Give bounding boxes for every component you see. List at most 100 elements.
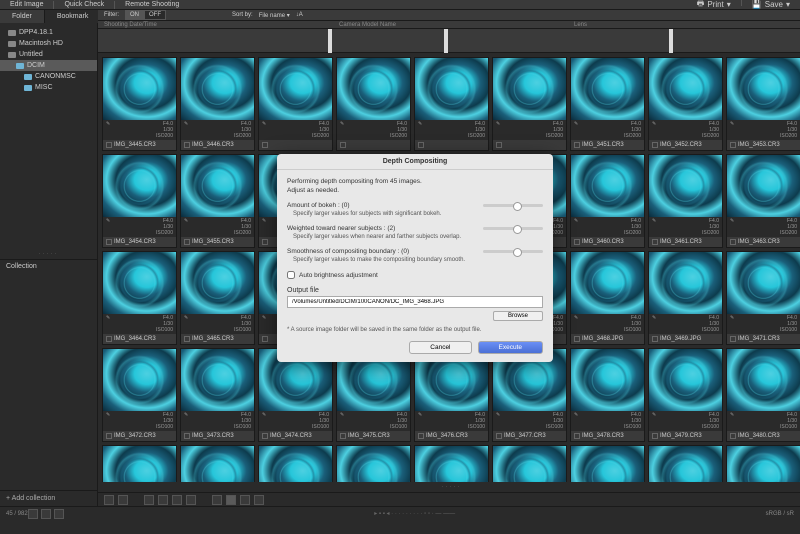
tool-list-icon[interactable]	[186, 495, 196, 505]
thumbnail[interactable]: ✎F4.01/30ISO200IMG_3446.CR3	[180, 57, 255, 151]
thumbnail-checkbox[interactable]	[574, 142, 580, 148]
thumbnail-checkbox[interactable]	[730, 336, 736, 342]
tree-item-macintoshhd[interactable]: Macintosh HD	[0, 38, 97, 49]
tool-info-icon[interactable]	[118, 495, 128, 505]
thumbnail[interactable]: ✎F4.01/30ISO100	[102, 445, 177, 482]
tab-bookmark[interactable]: Bookmark	[45, 10, 102, 23]
thumbnail[interactable]: ✎F4.01/30ISO100IMG_3479.CR3	[648, 348, 723, 442]
view-small-icon[interactable]	[212, 495, 222, 505]
thumbnail[interactable]: ✎F4.01/30ISO100IMG_3475.CR3	[336, 348, 411, 442]
cancel-button[interactable]: Cancel	[409, 341, 471, 354]
thumbnail-checkbox[interactable]	[262, 336, 268, 342]
thumbnail-checkbox[interactable]	[418, 433, 424, 439]
thumbnail[interactable]: ✎F4.01/30ISO200IMG_3455.CR3	[180, 154, 255, 248]
thumbnail-checkbox[interactable]	[652, 433, 658, 439]
thumbnail[interactable]: ✎F4.01/30ISO200IMG_3460.CR3	[570, 154, 645, 248]
thumbnail-checkbox[interactable]	[574, 433, 580, 439]
menu-quick-check[interactable]: Quick Check	[54, 1, 114, 8]
thumbnail-checkbox[interactable]	[496, 142, 502, 148]
header-camera[interactable]: Camera Model Name	[333, 21, 568, 28]
header-lens[interactable]: Lens	[568, 21, 800, 28]
thumbnail-checkbox[interactable]	[340, 142, 346, 148]
thumbnail[interactable]: ✎F4.01/30ISO100IMG_3465.CR3	[180, 251, 255, 345]
thumbnail[interactable]: ✎F4.01/30ISO200IMG_3452.CR3	[648, 57, 723, 151]
execute-button[interactable]: Execute	[478, 341, 544, 354]
thumbnail[interactable]: ✎F4.01/30ISO100IMG_3474.CR3	[258, 348, 333, 442]
thumbnail[interactable]: ✎F4.01/30ISO100IMG_3478.CR3	[570, 348, 645, 442]
thumbnail-checkbox[interactable]	[184, 433, 190, 439]
tool-circle-icon[interactable]	[144, 495, 154, 505]
tree-item-misc[interactable]: MISC	[0, 82, 97, 93]
thumbnail-checkbox[interactable]	[730, 433, 736, 439]
thumbnail[interactable]: ✎F4.01/30ISO100	[336, 445, 411, 482]
thumbnail-checkbox[interactable]	[730, 142, 736, 148]
thumbnail-checkbox[interactable]	[106, 336, 112, 342]
thumbnail-checkbox[interactable]	[106, 239, 112, 245]
thumbnail[interactable]: ✎F4.01/30ISO200	[258, 57, 333, 151]
bokeh-slider[interactable]	[483, 204, 543, 207]
thumbnail[interactable]: ✎F4.01/30ISO100	[726, 445, 800, 482]
sort-dropdown[interactable]: File name ▾	[259, 12, 290, 19]
thumbnail[interactable]: ✎F4.01/30ISO200	[492, 57, 567, 151]
menu-remote-shooting[interactable]: Remote Shooting	[115, 1, 189, 8]
view-large-icon[interactable]	[240, 495, 250, 505]
view-medium-icon[interactable]	[226, 495, 236, 505]
smooth-slider[interactable]	[483, 250, 543, 253]
thumbnail-checkbox[interactable]	[262, 142, 268, 148]
view-xl-icon[interactable]	[254, 495, 264, 505]
thumbnail[interactable]: ✎F4.01/30ISO100IMG_3477.CR3	[492, 348, 567, 442]
thumbnail-checkbox[interactable]	[340, 433, 346, 439]
tree-item-dcim[interactable]: DCIM	[0, 60, 97, 71]
thumbnail[interactable]: ✎F4.01/30ISO100IMG_3472.CR3	[102, 348, 177, 442]
thumbnail[interactable]: ✎F4.01/30ISO200	[414, 57, 489, 151]
output-path-field[interactable]	[287, 296, 543, 308]
thumbnail[interactable]: ✎F4.01/30ISO100	[570, 445, 645, 482]
thumbnail[interactable]: ✎F4.01/30ISO200IMG_3461.CR3	[648, 154, 723, 248]
thumbnail[interactable]: ✎F4.01/30ISO100IMG_3471.CR3	[726, 251, 800, 345]
thumbnail-checkbox[interactable]	[496, 433, 502, 439]
thumbnail-checkbox[interactable]	[106, 433, 112, 439]
thumbnail[interactable]: ✎F4.01/30ISO100IMG_3468.JPG	[570, 251, 645, 345]
thumbnail[interactable]: ✎F4.01/30ISO200IMG_3451.CR3	[570, 57, 645, 151]
thumbnail[interactable]: ✎F4.01/30ISO200IMG_3453.CR3	[726, 57, 800, 151]
tree-item-dpp4181[interactable]: DPP4.18.1	[0, 27, 97, 38]
thumbnail-checkbox[interactable]	[262, 239, 268, 245]
browse-button[interactable]: Browse	[493, 311, 543, 321]
thumbnail-checkbox[interactable]	[652, 239, 658, 245]
thumbnail[interactable]: ✎F4.01/30ISO100	[258, 445, 333, 482]
thumbnail-checkbox[interactable]	[652, 336, 658, 342]
tree-item-canonmsc[interactable]: CANONMSC	[0, 71, 97, 82]
thumbnail[interactable]: ✎F4.01/30ISO200IMG_3445.CR3	[102, 57, 177, 151]
thumbnail-checkbox[interactable]	[574, 336, 580, 342]
thumbnail-checkbox[interactable]	[574, 239, 580, 245]
filter-toggle[interactable]: ONOFF	[125, 10, 166, 20]
thumbnail[interactable]: ✎F4.01/30ISO100IMG_3469.JPG	[648, 251, 723, 345]
grid-med-icon[interactable]	[41, 509, 51, 519]
thumbnail-checkbox[interactable]	[262, 433, 268, 439]
grid-large-icon[interactable]	[54, 509, 64, 519]
thumbnail-checkbox[interactable]	[730, 239, 736, 245]
add-collection-button[interactable]: + Add collection	[0, 490, 97, 506]
thumbnail[interactable]: ✎F4.01/30ISO200IMG_3463.CR3	[726, 154, 800, 248]
thumbnail-checkbox[interactable]	[106, 142, 112, 148]
thumbnail[interactable]: ✎F4.01/30ISO100IMG_3480.CR3	[726, 348, 800, 442]
header-date[interactable]: Shooting Date/Time	[98, 21, 333, 28]
thumbnail[interactable]: ✎F4.01/30ISO100	[414, 445, 489, 482]
tool-square-icon[interactable]	[158, 495, 168, 505]
thumbnail[interactable]: ✎F4.01/30ISO100IMG_3476.CR3	[414, 348, 489, 442]
thumbnail[interactable]: ✎F4.01/30ISO200IMG_3454.CR3	[102, 154, 177, 248]
thumbnail[interactable]: ✎F4.01/30ISO100	[180, 445, 255, 482]
sort-asc-icon[interactable]: ↓A	[296, 12, 303, 18]
tool-rotate-icon[interactable]	[104, 495, 114, 505]
thumbnail-checkbox[interactable]	[184, 336, 190, 342]
tree-item-untitled[interactable]: Untitled	[0, 49, 97, 60]
thumbnail[interactable]: ✎F4.01/30ISO100	[648, 445, 723, 482]
auto-brightness-checkbox[interactable]	[287, 271, 295, 279]
thumbnail-checkbox[interactable]	[184, 239, 190, 245]
tool-grid-icon[interactable]	[172, 495, 182, 505]
tab-folder[interactable]: Folder	[0, 10, 45, 23]
grid-small-icon[interactable]	[28, 509, 38, 519]
collection-header[interactable]: Collection	[0, 259, 97, 273]
weight-slider[interactable]	[483, 227, 543, 230]
thumbnail-checkbox[interactable]	[184, 142, 190, 148]
